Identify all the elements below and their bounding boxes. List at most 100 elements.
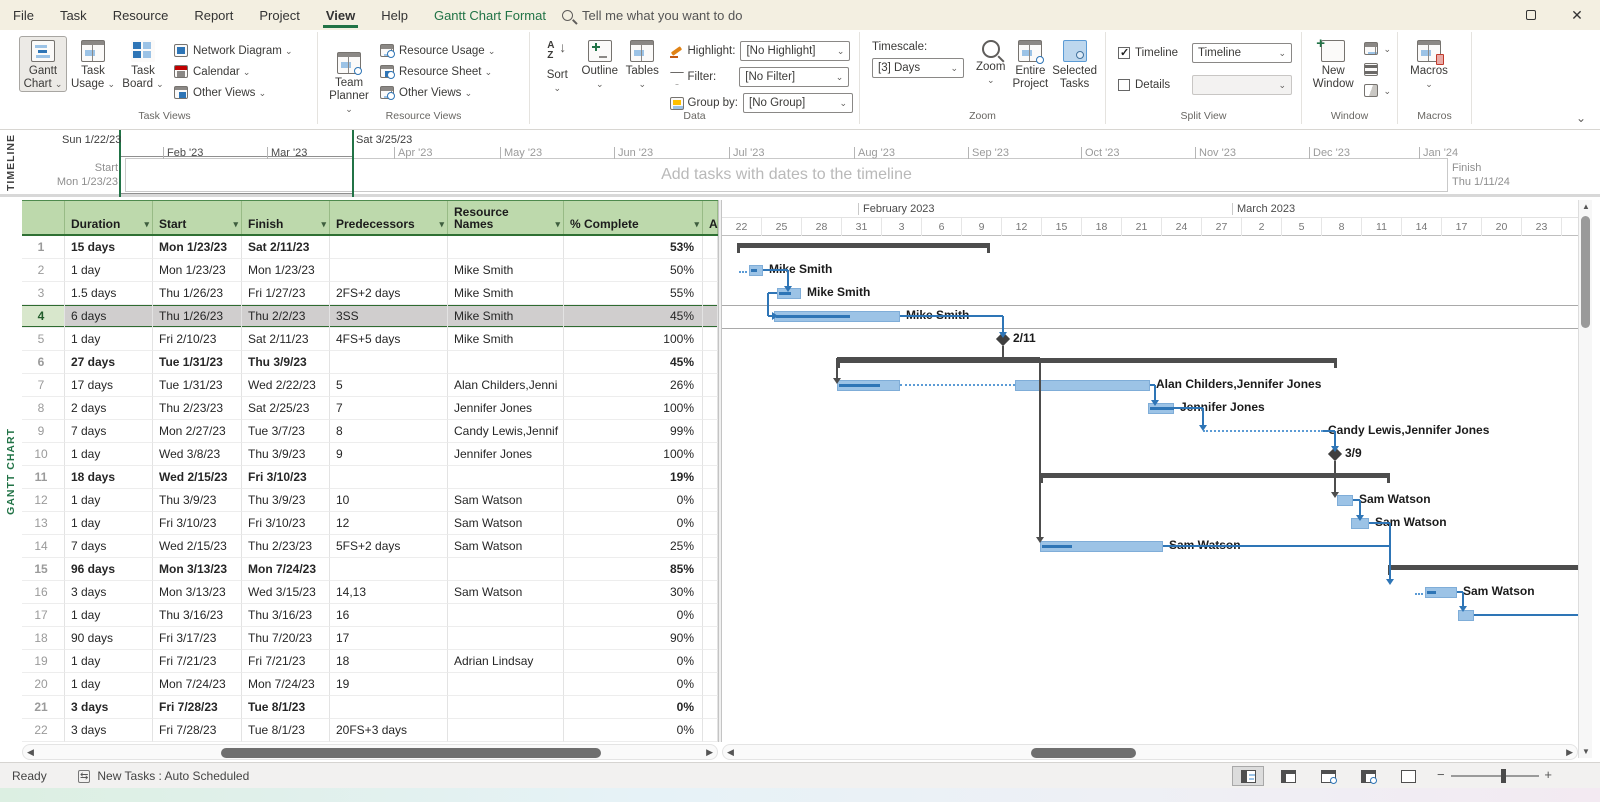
- cell-pct[interactable]: 90%: [564, 627, 703, 650]
- cell-pct[interactable]: 99%: [564, 420, 703, 443]
- sort-button[interactable]: AZ↓ Sort⌄: [537, 36, 578, 96]
- gantt-chart-area[interactable]: Mike SmithMike SmithMike Smith2/11Alan C…: [722, 236, 1578, 742]
- cell-add[interactable]: [703, 236, 718, 259]
- cell-add[interactable]: [703, 259, 718, 282]
- cell-num[interactable]: 7: [22, 374, 65, 397]
- cell-start[interactable]: Thu 2/23/23: [153, 397, 242, 420]
- zoom-slider-track[interactable]: [1451, 775, 1539, 777]
- cell-duration[interactable]: 1 day: [65, 259, 153, 282]
- cell-num[interactable]: 6: [22, 351, 65, 374]
- cell-finish[interactable]: Fri 3/10/23: [242, 466, 330, 489]
- cell-pred[interactable]: 19: [330, 673, 448, 696]
- cell-pct[interactable]: 45%: [564, 351, 703, 374]
- cell-finish[interactable]: Fri 1/27/23: [242, 282, 330, 305]
- cell-res[interactable]: Sam Watson: [448, 489, 564, 512]
- cell-pred[interactable]: 3SS: [330, 305, 448, 328]
- timeline-pane-label[interactable]: TIMELINE: [0, 130, 22, 194]
- cell-res[interactable]: [448, 236, 564, 259]
- tell-me-search[interactable]: Tell me what you want to do: [562, 0, 742, 30]
- zoom-out-icon[interactable]: −: [1437, 767, 1445, 782]
- timeline-checkbox[interactable]: Timeline: [1118, 42, 1192, 64]
- cell-duration[interactable]: 15 days: [65, 236, 153, 259]
- cell-duration[interactable]: 6 days: [65, 305, 153, 328]
- gantt-chart-button[interactable]: Gantt Chart ⌄: [19, 36, 67, 92]
- cell-num[interactable]: 11: [22, 466, 65, 489]
- new-tasks-mode-button[interactable]: ⇆ New Tasks : Auto Scheduled: [78, 769, 249, 783]
- details-checkbox[interactable]: Details: [1118, 74, 1192, 96]
- resource-other-views-button[interactable]: Other Views ⌄: [380, 82, 495, 103]
- cell-num[interactable]: 15: [22, 558, 65, 581]
- cell-pred[interactable]: 16: [330, 604, 448, 627]
- cell-add[interactable]: [703, 489, 718, 512]
- gantt-task-bar[interactable]: [774, 311, 900, 322]
- cell-start[interactable]: Mon 2/27/23: [153, 420, 242, 443]
- team-planner-button[interactable]: Team Planner ⌄: [325, 48, 373, 117]
- cell-start[interactable]: Tue 1/31/23: [153, 374, 242, 397]
- cell-num[interactable]: 14: [22, 535, 65, 558]
- chart-scroll-right-icon[interactable]: ▶: [1566, 747, 1573, 758]
- timescale-dropdown[interactable]: [3] Days⌄: [872, 58, 964, 78]
- cell-start[interactable]: Fri 3/17/23: [153, 627, 242, 650]
- cell-start[interactable]: Tue 1/31/23: [153, 351, 242, 374]
- cell-finish[interactable]: Thu 2/23/23: [242, 535, 330, 558]
- cell-res[interactable]: [448, 627, 564, 650]
- calendar-button[interactable]: Calendar ⌄: [174, 61, 293, 82]
- view-resource-sheet-button[interactable]: [1352, 766, 1384, 786]
- menu-project[interactable]: Project: [246, 0, 312, 30]
- cell-num[interactable]: 3: [22, 282, 65, 305]
- cell-finish[interactable]: Mon 1/23/23: [242, 259, 330, 282]
- cell-pct[interactable]: 100%: [564, 328, 703, 351]
- cell-start[interactable]: Mon 1/23/23: [153, 259, 242, 282]
- cell-duration[interactable]: 7 days: [65, 535, 153, 558]
- cell-duration[interactable]: 1 day: [65, 443, 153, 466]
- cell-finish[interactable]: Thu 7/20/23: [242, 627, 330, 650]
- cell-pred[interactable]: 7: [330, 397, 448, 420]
- column-header-rownum[interactable]: [22, 201, 65, 234]
- cell-pct[interactable]: 0%: [564, 696, 703, 719]
- tables-button[interactable]: Tables⌄: [622, 36, 663, 92]
- cell-finish[interactable]: Thu 2/2/23: [242, 305, 330, 328]
- cell-add[interactable]: [703, 696, 718, 719]
- cell-start[interactable]: Mon 3/13/23: [153, 558, 242, 581]
- cell-pred[interactable]: [330, 466, 448, 489]
- cell-start[interactable]: Fri 3/10/23: [153, 512, 242, 535]
- cell-res[interactable]: Sam Watson: [448, 581, 564, 604]
- cell-res[interactable]: Sam Watson: [448, 535, 564, 558]
- restore-window-button[interactable]: [1510, 0, 1552, 30]
- cell-add[interactable]: [703, 535, 718, 558]
- menu-view[interactable]: View: [313, 0, 368, 30]
- new-window-button[interactable]: + New Window: [1309, 36, 1357, 92]
- cell-pred[interactable]: 17: [330, 627, 448, 650]
- vertical-scrollbar-thumb[interactable]: [1581, 216, 1590, 328]
- cell-res[interactable]: Sam Watson: [448, 512, 564, 535]
- cell-pct[interactable]: 19%: [564, 466, 703, 489]
- view-report-button[interactable]: [1392, 766, 1424, 786]
- cell-pct[interactable]: 53%: [564, 236, 703, 259]
- hide-window-button[interactable]: ⌄: [1364, 80, 1391, 101]
- cell-finish[interactable]: Fri 3/10/23: [242, 512, 330, 535]
- cell-start[interactable]: Fri 2/10/23: [153, 328, 242, 351]
- chart-scrollbar-thumb[interactable]: [1031, 748, 1136, 758]
- cell-finish[interactable]: Tue 8/1/23: [242, 696, 330, 719]
- cell-pct[interactable]: 100%: [564, 397, 703, 420]
- zoom-button[interactable]: Zoom⌄: [972, 36, 1009, 88]
- cell-start[interactable]: Fri 7/28/23: [153, 696, 242, 719]
- cell-res[interactable]: Mike Smith: [448, 282, 564, 305]
- cell-pct[interactable]: 30%: [564, 581, 703, 604]
- cell-pct[interactable]: 55%: [564, 282, 703, 305]
- cell-num[interactable]: 20: [22, 673, 65, 696]
- filter-dropdown[interactable]: [No Filter]⌄: [739, 67, 849, 87]
- column-header-add[interactable]: Add: [703, 201, 718, 234]
- cell-res[interactable]: [448, 673, 564, 696]
- cell-finish[interactable]: Sat 2/25/23: [242, 397, 330, 420]
- cell-finish[interactable]: Mon 7/24/23: [242, 558, 330, 581]
- menu-file[interactable]: File: [0, 0, 47, 30]
- gantt-summary-bar[interactable]: [1040, 473, 1390, 478]
- gantt-summary-bar[interactable]: [737, 243, 990, 248]
- task-usage-button[interactable]: Task Usage ⌄: [69, 36, 117, 92]
- cell-duration[interactable]: 1 day: [65, 489, 153, 512]
- cell-pct[interactable]: 0%: [564, 489, 703, 512]
- cell-duration[interactable]: 90 days: [65, 627, 153, 650]
- cell-add[interactable]: [703, 443, 718, 466]
- scroll-up-icon[interactable]: ▲: [1582, 202, 1590, 211]
